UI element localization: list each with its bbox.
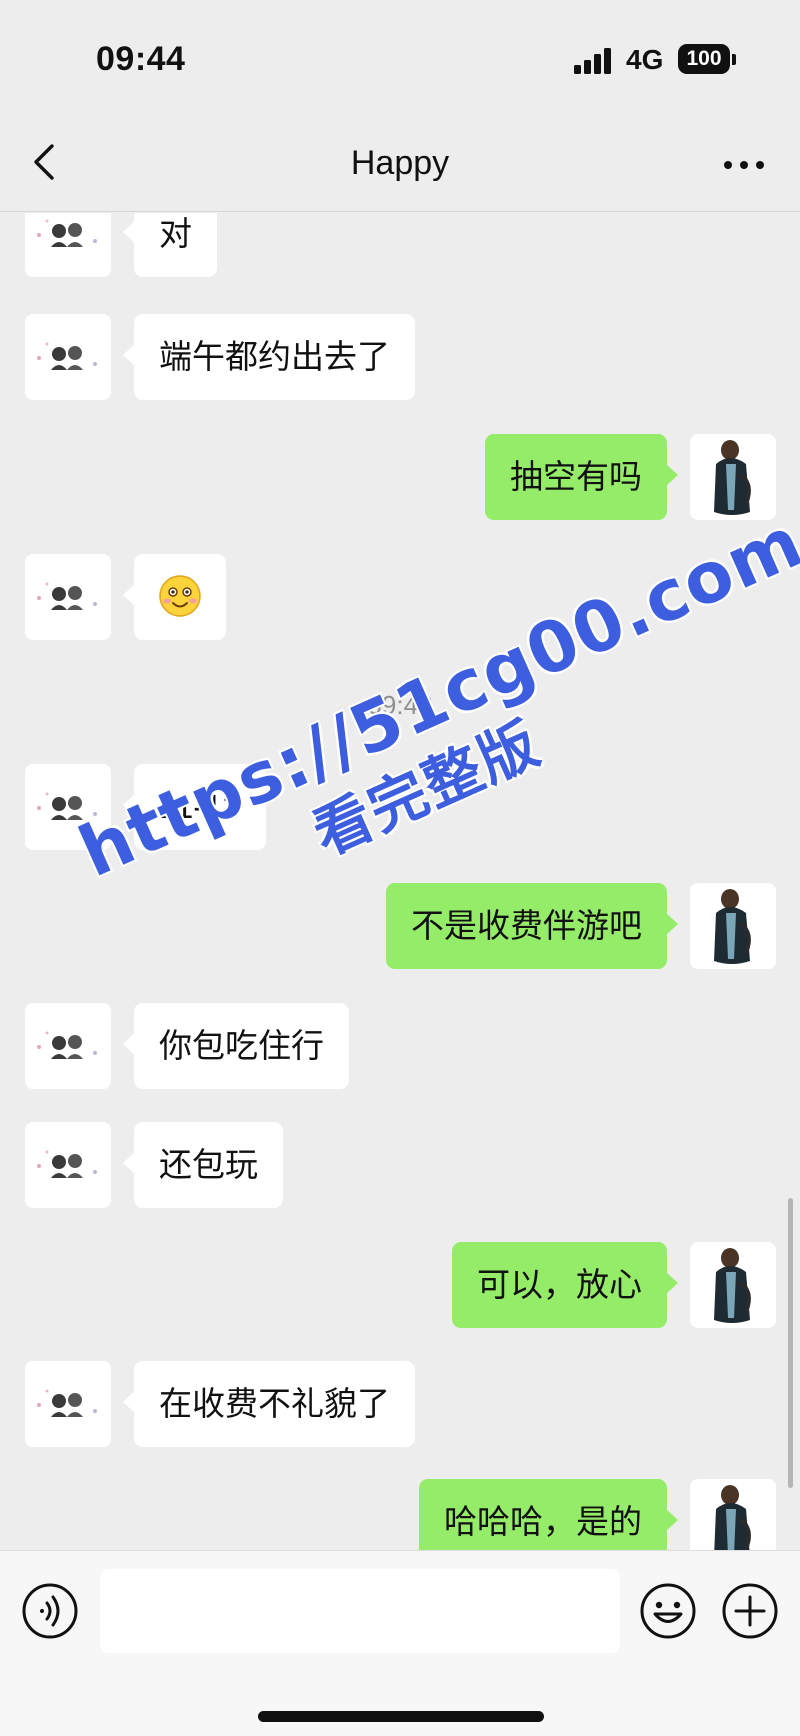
- message-row: 还包玩: [0, 1122, 800, 1212]
- chat-title: Happy: [350, 144, 450, 182]
- battery-icon: 100: [678, 44, 730, 74]
- voice-input-icon[interactable]: [20, 1581, 80, 1641]
- message-bubble[interactable]: 11-13: [123, 764, 266, 850]
- message-row: 你包吃住行: [0, 1003, 800, 1093]
- message-row: 对: [0, 213, 800, 283]
- grinning-face-emoji: [159, 574, 201, 617]
- message-row: 11-13: [0, 764, 800, 854]
- message-row: 可以，放心: [0, 1242, 800, 1332]
- message-row: 不是收费伴游吧: [0, 883, 800, 973]
- self-avatar[interactable]: [690, 434, 776, 520]
- message-row: 端午都约出去了: [0, 314, 800, 404]
- plus-icon[interactable]: [720, 1581, 780, 1641]
- time-divider: 09:42: [367, 690, 433, 720]
- chat-header: Happy: [0, 112, 800, 212]
- message-bubble[interactable]: 哈哈哈，是的: [419, 1479, 678, 1550]
- battery-tip: [732, 54, 736, 65]
- self-avatar[interactable]: [690, 883, 776, 969]
- status-time: 09:44: [96, 40, 186, 78]
- message-bubble[interactable]: 对: [123, 213, 217, 277]
- status-bar: 09:44 4G 100: [0, 0, 800, 112]
- message-bubble[interactable]: [123, 554, 226, 640]
- message-row: 在收费不礼貌了: [0, 1361, 800, 1451]
- self-avatar[interactable]: [690, 1479, 776, 1550]
- message-row: 哈哈哈，是的: [0, 1479, 800, 1550]
- more-dots-icon[interactable]: [722, 156, 766, 169]
- message-row: 抽空有吗: [0, 434, 800, 524]
- self-avatar[interactable]: [690, 1242, 776, 1328]
- contact-avatar[interactable]: [25, 554, 111, 640]
- home-indicator[interactable]: [258, 1711, 544, 1722]
- message-bubble[interactable]: 抽空有吗: [485, 434, 678, 520]
- input-bar: [0, 1550, 800, 1736]
- contact-avatar[interactable]: [25, 1122, 111, 1208]
- message-bubble[interactable]: 端午都约出去了: [123, 314, 415, 400]
- message-bubble[interactable]: 还包玩: [123, 1122, 283, 1208]
- message-row: [0, 554, 800, 644]
- emoji-icon[interactable]: [638, 1581, 698, 1641]
- message-list[interactable]: 09:42 对 端午都约出去了 抽空有吗 11-13 不是收费伴游吧 你包吃住行…: [0, 213, 800, 1550]
- cellular-signal-icon: [574, 48, 612, 74]
- message-bubble[interactable]: 在收费不礼貌了: [123, 1361, 415, 1447]
- message-bubble[interactable]: 可以，放心: [452, 1242, 678, 1328]
- message-bubble[interactable]: 你包吃住行: [123, 1003, 349, 1089]
- network-type: 4G: [626, 44, 664, 75]
- contact-avatar[interactable]: [25, 1361, 111, 1447]
- message-input[interactable]: [100, 1569, 620, 1653]
- scrollbar-thumb[interactable]: [788, 1198, 793, 1488]
- contact-avatar[interactable]: [25, 314, 111, 400]
- contact-avatar[interactable]: [25, 1003, 111, 1089]
- message-bubble[interactable]: 不是收费伴游吧: [386, 883, 678, 969]
- battery-level: 100: [686, 47, 722, 70]
- contact-avatar[interactable]: [25, 213, 111, 277]
- contact-avatar[interactable]: [25, 764, 111, 850]
